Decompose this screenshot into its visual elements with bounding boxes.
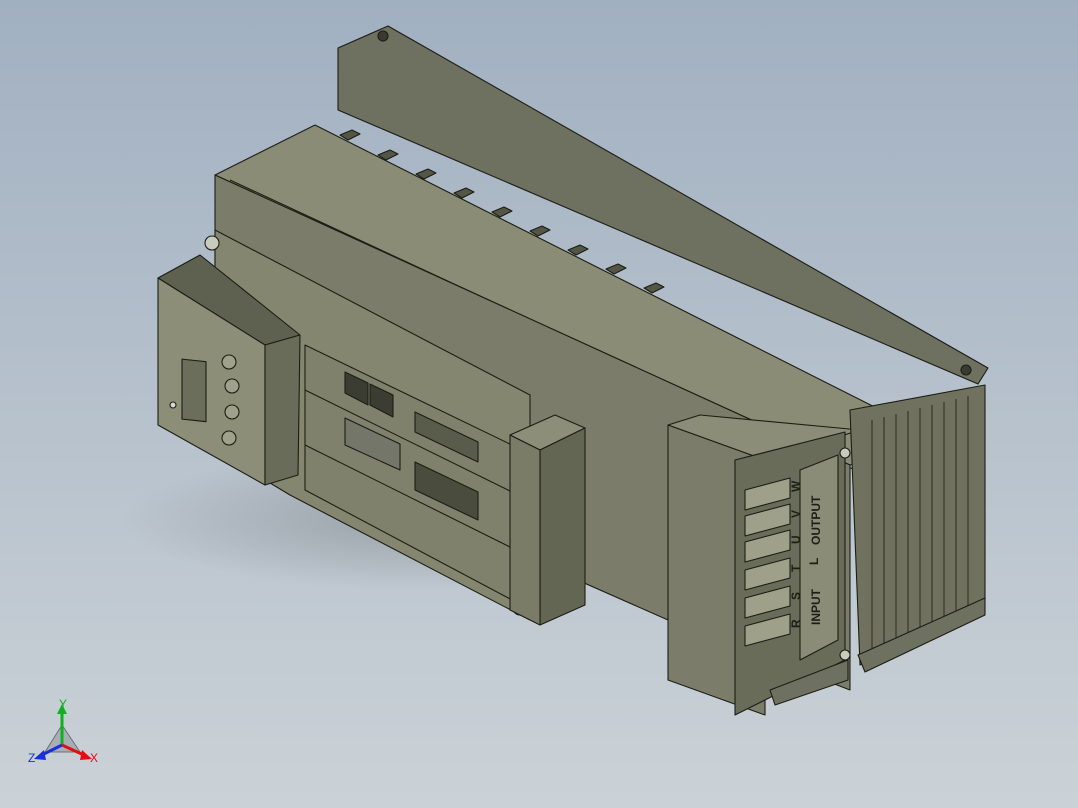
y-axis-label: Y: [59, 697, 67, 711]
z-axis-label: Z: [28, 751, 35, 765]
terminal-label-plate: [799, 454, 839, 661]
x-axis-label: X: [90, 751, 98, 765]
keypad-display: [181, 358, 207, 423]
status-led: [169, 401, 177, 409]
terminal-letter-w: W: [789, 480, 803, 492]
terminal-letter-v: V: [789, 510, 803, 518]
keypad-button-down-icon[interactable]: [221, 430, 237, 446]
keypad-button-up-icon[interactable]: [224, 404, 240, 420]
mount-hole-top: [377, 30, 389, 42]
terminal-screw-top: [839, 447, 851, 459]
side-cover-front: [509, 434, 541, 626]
keypad-button-stop-icon[interactable]: [224, 378, 240, 394]
keypad-button-run-icon[interactable]: [221, 354, 237, 370]
front-screw-top-left: [204, 235, 220, 251]
input-label: INPUT: [809, 588, 823, 625]
mount-hole-right: [960, 364, 972, 376]
output-label: OUTPUT: [809, 495, 823, 545]
terminal-letter-r: R: [789, 619, 803, 628]
terminal-letter-s: S: [789, 592, 803, 600]
side-cover-face: [539, 427, 586, 626]
terminal-letter-t: T: [789, 564, 803, 572]
terminal-screw-bottom: [839, 649, 851, 661]
keypad-edge: [264, 334, 301, 486]
cad-viewport[interactable]: OUTPUT INPUT L W V U T S R Y X Z: [0, 0, 1078, 808]
terminal-letter-u: U: [789, 535, 803, 544]
divider-label: L: [807, 558, 821, 565]
